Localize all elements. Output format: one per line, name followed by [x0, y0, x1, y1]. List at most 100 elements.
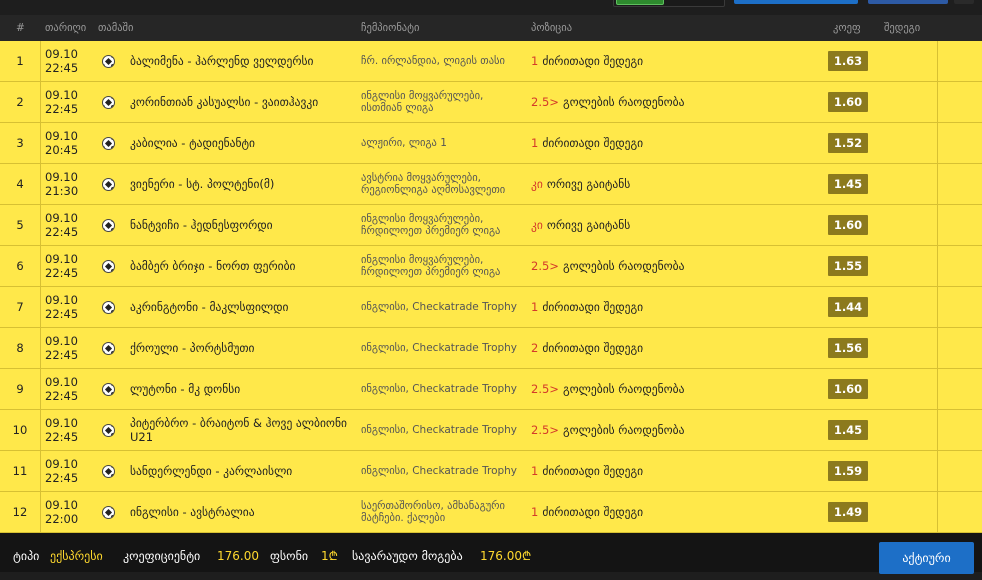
row-date: 09.10 [45, 375, 78, 389]
table-row[interactable]: 1 09.10 22:45 ბალიმენა - ჰარლენდ ველდერს… [0, 41, 982, 82]
row-number: 12 [12, 505, 28, 519]
row-time: 22:45 [45, 61, 79, 75]
bet-selection: 1 [531, 54, 539, 68]
match-name[interactable]: პიტერბრო - ბრაიტონ & ჰოვე ალბიონი U21 [130, 410, 355, 450]
championship-name: საერთაშორისო, ამხანაგური მატჩები. ქალები [361, 500, 505, 524]
table-row[interactable]: 6 09.10 22:45 ბამბერ ბრიჯი - ნორთ ფერიბი… [0, 246, 982, 287]
championship-name: ინგლისი მოყვარულები, ისთმიან ლიგა [361, 90, 484, 114]
table-row[interactable]: 4 09.10 21:30 ვიენერი - სტ. პოლტენი(მ) ა… [0, 164, 982, 205]
row-number: 11 [12, 464, 28, 478]
match-name[interactable]: აკრინგტონი - მაკლსფილდი [130, 287, 355, 327]
table-row[interactable]: 11 09.10 22:45 სანდერლენდი - კარლაისლი ი… [0, 451, 982, 492]
bet-market: გოლების რაოდენობა [562, 259, 685, 273]
row-date: 09.10 [45, 416, 78, 430]
table-row[interactable]: 9 09.10 22:45 ლუტონი - მკ დონსი ინგლისი,… [0, 369, 982, 410]
column-divider [40, 410, 41, 451]
active-status-button[interactable]: აქტიური [879, 542, 974, 574]
header-position[interactable]: პოზიცია [531, 15, 572, 41]
match-name[interactable]: ლუტონი - მკ დონსი [130, 369, 355, 409]
row-time: 22:00 [45, 512, 79, 526]
match-name[interactable]: კორინთიან კასუალსი - ვაითჰავკი [130, 82, 355, 122]
column-divider [937, 287, 938, 328]
row-date: 09.10 [45, 170, 78, 184]
toolbar-toggle-active[interactable] [616, 0, 664, 5]
match-name[interactable]: ვიენერი - სტ. პოლტენი(მ) [130, 164, 355, 204]
type-value: ექსპრესი [50, 549, 103, 563]
top-toolbar [0, 0, 982, 14]
header-match[interactable]: თამაში [98, 15, 133, 41]
table-row[interactable]: 12 09.10 22:00 ინგლისი - ავსტრალია საერთ… [0, 492, 982, 533]
table-row[interactable]: 5 09.10 22:45 ნანტვიჩი - ჰედნესფორდი ინგ… [0, 205, 982, 246]
toolbar-primary-button[interactable] [734, 0, 858, 4]
column-divider [40, 123, 41, 164]
column-divider [40, 205, 41, 246]
table-row[interactable]: 7 09.10 22:45 აკრინგტონი - მაკლსფილდი ინ… [0, 287, 982, 328]
bet-selection: 1 [531, 505, 539, 519]
soccer-ball-icon [101, 218, 115, 232]
row-datetime: 09.10 22:45 [45, 82, 95, 122]
row-date: 09.10 [45, 457, 78, 471]
table-row[interactable]: 3 09.10 20:45 კაბილია - ტადიენანტი ალჟირ… [0, 123, 982, 164]
odds-value: 1.59 [828, 461, 868, 481]
odds-cell: 1.49 [828, 492, 868, 532]
header-result[interactable]: შედეგი [884, 15, 920, 41]
row-time: 22:45 [45, 225, 79, 239]
soccer-ball-icon [101, 464, 115, 478]
championship-name: ალჟირი, ლიგა 1 [361, 137, 447, 149]
bet-selection: 1 [531, 300, 539, 314]
odds-cell: 1.60 [828, 82, 868, 122]
toolbar-menu-button[interactable] [954, 0, 974, 4]
odds-cell: 1.45 [828, 410, 868, 450]
bet-position: 1 ძირითადი შედეგი [531, 492, 821, 532]
sport-cell [98, 205, 118, 245]
bet-market: ძირითადი შედეგი [542, 136, 644, 150]
row-number: 1 [16, 54, 24, 68]
table-row[interactable]: 10 09.10 22:45 პიტერბრო - ბრაიტონ & ჰოვე… [0, 410, 982, 451]
row-number: 2 [16, 95, 24, 109]
bet-selection: 2.5> [531, 259, 559, 273]
header-championship[interactable]: ჩემპიონატი [361, 15, 419, 41]
bet-market: ორივე გაიტანს [546, 218, 631, 232]
table-row[interactable]: 8 09.10 22:45 ქროული - პორტსმუთი ინგლისი… [0, 328, 982, 369]
odds-cell: 1.44 [828, 287, 868, 327]
column-divider [937, 164, 938, 205]
column-divider [937, 328, 938, 369]
stake-value: 1₾ [321, 549, 338, 563]
header-date[interactable]: თარიღი [45, 15, 86, 41]
column-divider [937, 41, 938, 82]
odds-value: 1.45 [828, 174, 868, 194]
match-name[interactable]: ინგლისი - ავსტრალია [130, 492, 355, 532]
toolbar-secondary-button[interactable] [868, 0, 948, 4]
bet-selection: 1 [531, 464, 539, 478]
match-name[interactable]: ქროული - პორტსმუთი [130, 328, 355, 368]
table-row[interactable]: 2 09.10 22:45 კორინთიან კასუალსი - ვაითჰ… [0, 82, 982, 123]
sport-cell [98, 410, 118, 450]
row-datetime: 09.10 22:45 [45, 287, 95, 327]
row-number: 5 [16, 218, 24, 232]
row-datetime: 09.10 22:45 [45, 246, 95, 286]
sport-cell [98, 287, 118, 327]
row-time: 20:45 [45, 143, 79, 157]
match-name[interactable]: ბამბერ ბრიჯი - ნორთ ფერიბი [130, 246, 355, 286]
row-number: 4 [16, 177, 24, 191]
soccer-ball-icon [101, 341, 115, 355]
row-datetime: 09.10 22:45 [45, 41, 95, 81]
soccer-ball-icon [101, 382, 115, 396]
soccer-ball-icon [101, 505, 115, 519]
row-time: 22:45 [45, 430, 79, 444]
match-name[interactable]: კაბილია - ტადიენანტი [130, 123, 355, 163]
championship-name: ინგლისი, Checkatrade Trophy [361, 424, 518, 436]
row-time: 22:45 [45, 471, 79, 485]
match-name[interactable]: ბალიმენა - ჰარლენდ ველდერსი [130, 41, 355, 81]
bet-summary-footer: ტიპი ექსპრესი კოეფიციენტი 176.00 ფსონი 1… [0, 533, 982, 572]
header-odds[interactable]: კოეფ [833, 15, 861, 41]
bet-market: გოლების რაოდენობა [562, 423, 685, 437]
match-name[interactable]: სანდერლენდი - კარლაისლი [130, 451, 355, 491]
match-name[interactable]: ნანტვიჩი - ჰედნესფორდი [130, 205, 355, 245]
odds-cell: 1.55 [828, 246, 868, 286]
sport-cell [98, 451, 118, 491]
bet-table: 1 09.10 22:45 ბალიმენა - ჰარლენდ ველდერს… [0, 41, 982, 533]
row-time: 22:45 [45, 266, 79, 280]
soccer-ball-icon [101, 177, 115, 191]
column-divider [937, 451, 938, 492]
